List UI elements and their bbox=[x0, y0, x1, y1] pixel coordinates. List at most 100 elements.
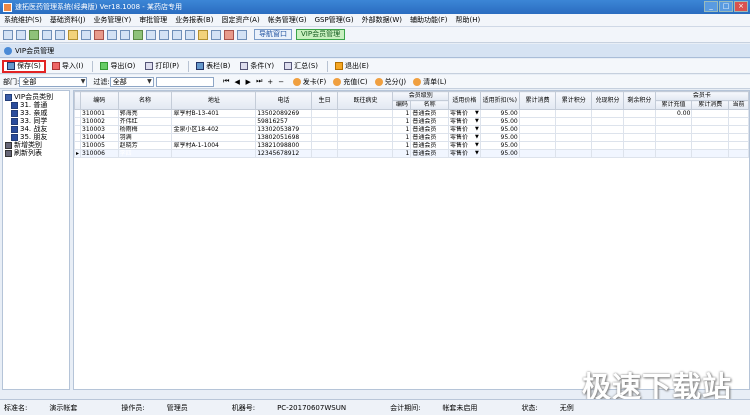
cell-card-spend[interactable] bbox=[691, 109, 730, 118]
cell-total-spend[interactable] bbox=[518, 109, 557, 118]
cell-total-spend[interactable] bbox=[518, 125, 557, 134]
cell-card-charge[interactable] bbox=[654, 141, 693, 150]
table-row[interactable]: 310004 羽满 13802051698 1 普通会员 零售价 ▼ 95.00 bbox=[74, 133, 749, 142]
cell-price[interactable]: 零售价 ▼ bbox=[447, 125, 481, 134]
cell-card-current[interactable] bbox=[728, 133, 749, 142]
cell-redeemed-points[interactable] bbox=[591, 125, 624, 134]
folder-icon[interactable] bbox=[68, 29, 78, 40]
cell-discount[interactable]: 95.00 bbox=[479, 133, 520, 142]
tree-root[interactable]: VIP会员类别 bbox=[5, 93, 67, 101]
detail-list-button[interactable]: 清单(L) bbox=[413, 77, 446, 87]
cell-card-charge[interactable] bbox=[654, 149, 693, 158]
cell-card-charge[interactable] bbox=[654, 133, 693, 142]
add-icon[interactable] bbox=[29, 29, 39, 40]
cell-level-code[interactable]: 1 bbox=[392, 141, 412, 150]
tools-icon[interactable] bbox=[198, 29, 208, 40]
cell-phone[interactable]: 13802051698 bbox=[255, 133, 312, 142]
cell-level-code[interactable]: 1 bbox=[392, 117, 412, 126]
table-row[interactable]: 310005 赵晓芳 翠亨村A-1-1004 13821098800 1 普通会… bbox=[74, 141, 749, 150]
table-row[interactable]: 310001 郭海亮 翠亨村B-13-401 13502089269 1 普通会… bbox=[74, 109, 749, 118]
chart-icon[interactable] bbox=[94, 29, 104, 40]
condition-button[interactable]: 条件(Y) bbox=[236, 60, 278, 73]
col-discount[interactable]: 适用折扣(%) bbox=[479, 91, 520, 110]
exit-button[interactable]: 退出(E) bbox=[331, 60, 373, 73]
col-total-points[interactable]: 累计积分 bbox=[555, 91, 593, 110]
recharge-button[interactable]: 充值(C) bbox=[333, 77, 368, 87]
cell-history[interactable] bbox=[337, 109, 394, 118]
menu-basic-data[interactable]: 基础资料(J) bbox=[50, 15, 86, 25]
nav-next-button[interactable]: ▶ bbox=[244, 78, 253, 86]
cell-card-spend[interactable] bbox=[691, 125, 730, 134]
cell-total-points[interactable] bbox=[555, 141, 593, 150]
cell-price[interactable]: 零售价 ▼ bbox=[447, 133, 481, 142]
export-button[interactable]: 导出(O) bbox=[96, 60, 139, 73]
tree-item[interactable]: 31. 普通 bbox=[5, 101, 67, 109]
table-row[interactable]: 310003 杨雨梅 金泉小区18-402 13302053879 1 普通会员… bbox=[74, 125, 749, 134]
tree-item[interactable]: 35. 朋友 bbox=[5, 133, 67, 141]
cell-history[interactable] bbox=[337, 117, 394, 126]
cell-discount[interactable]: 95.00 bbox=[479, 141, 520, 150]
print-button[interactable]: 打印(P) bbox=[141, 60, 183, 73]
cell-code[interactable]: 310003 bbox=[80, 125, 119, 134]
cell-name[interactable]: 杨雨梅 bbox=[117, 125, 173, 134]
menu-gsp[interactable]: GSP管理(G) bbox=[315, 15, 354, 25]
cell-card-charge[interactable] bbox=[654, 125, 693, 134]
cell-discount[interactable]: 95.00 bbox=[479, 117, 520, 126]
summary-button[interactable]: 汇总(S) bbox=[280, 60, 322, 73]
cell-phone[interactable]: 59816257 bbox=[255, 117, 312, 126]
columns-button[interactable]: 表栏(B) bbox=[192, 60, 234, 73]
col-card-charge[interactable]: 累计充值 bbox=[654, 100, 693, 110]
cell-remaining-points[interactable] bbox=[622, 133, 656, 142]
cell-level-name[interactable]: 普通会员 bbox=[410, 109, 449, 118]
cell-history[interactable] bbox=[337, 141, 394, 150]
cell-name[interactable]: 郭海亮 bbox=[117, 109, 173, 118]
grid-icon[interactable] bbox=[3, 29, 13, 40]
col-phone[interactable]: 电话 bbox=[255, 91, 312, 110]
nav-first-button[interactable]: ⏮ bbox=[222, 77, 231, 86]
cell-total-spend[interactable] bbox=[518, 141, 557, 150]
cell-card-charge[interactable] bbox=[654, 117, 693, 126]
cell-history[interactable] bbox=[337, 125, 394, 134]
vip-management-tab[interactable]: VIP会员管理 bbox=[296, 29, 346, 40]
menu-business[interactable]: 业务管理(Y) bbox=[93, 15, 131, 25]
calculator-icon[interactable] bbox=[172, 29, 182, 40]
cell-history[interactable] bbox=[337, 133, 394, 142]
cell-remaining-points[interactable] bbox=[622, 141, 656, 150]
cell-remaining-points[interactable] bbox=[622, 109, 656, 118]
menu-system[interactable]: 系统维护(S) bbox=[4, 15, 42, 25]
card-icon[interactable] bbox=[146, 29, 156, 40]
maximize-button[interactable]: □ bbox=[719, 1, 733, 12]
cell-redeemed-points[interactable] bbox=[591, 149, 624, 158]
cell-discount[interactable]: 95.00 bbox=[479, 109, 520, 118]
tree-refresh[interactable]: 刷新列表 bbox=[5, 149, 67, 157]
cell-phone[interactable]: 12345678912 bbox=[255, 149, 312, 158]
cell-total-points[interactable] bbox=[555, 133, 593, 142]
nav-prev-button[interactable]: ◀ bbox=[233, 78, 242, 86]
cell-level-name[interactable]: 普通会员 bbox=[410, 117, 449, 126]
cell-discount[interactable]: 95.00 bbox=[479, 125, 520, 134]
col-card-current[interactable]: 当前 bbox=[728, 100, 749, 110]
cell-total-points[interactable] bbox=[555, 149, 593, 158]
cell-redeemed-points[interactable] bbox=[591, 109, 624, 118]
col-code[interactable]: 编码 bbox=[80, 91, 119, 110]
cell-birthday[interactable] bbox=[310, 125, 339, 134]
filter-input[interactable] bbox=[155, 76, 214, 87]
cell-card-spend[interactable] bbox=[691, 149, 730, 158]
cell-address[interactable] bbox=[171, 117, 257, 126]
cell-card-current[interactable] bbox=[728, 149, 749, 158]
menu-accounts[interactable]: 帐务管理(G) bbox=[268, 15, 307, 25]
menu-reports[interactable]: 业务报表(B) bbox=[175, 15, 213, 25]
cell-card-current[interactable] bbox=[728, 109, 749, 118]
cell-level-code[interactable]: 1 bbox=[392, 133, 412, 142]
cell-code[interactable]: 310001 bbox=[80, 109, 119, 118]
cell-price[interactable]: 零售价 ▼ bbox=[447, 109, 481, 118]
minimize-button[interactable]: _ bbox=[704, 1, 718, 12]
cell-card-spend[interactable] bbox=[691, 133, 730, 142]
cell-phone[interactable]: 13821098800 bbox=[255, 141, 312, 150]
menu-help[interactable]: 帮助(H) bbox=[455, 15, 480, 25]
calendar-icon[interactable] bbox=[159, 29, 169, 40]
cell-code[interactable]: 310005 bbox=[80, 141, 119, 150]
cell-phone[interactable]: 13302053879 bbox=[255, 125, 312, 134]
redeem-points-button[interactable]: 兑分(J) bbox=[374, 77, 406, 87]
cell-price[interactable]: 零售价 ▼ bbox=[447, 149, 481, 158]
